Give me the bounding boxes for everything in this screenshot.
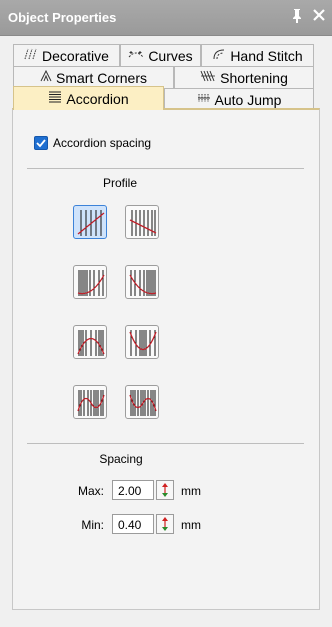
- profile-linear-up[interactable]: [73, 205, 107, 239]
- window-title: Object Properties: [8, 10, 117, 25]
- tab-label: Auto Jump: [214, 91, 282, 108]
- max-unit: mm: [181, 484, 201, 498]
- tab-hand-stitch[interactable]: Hand Stitch: [201, 44, 314, 66]
- auto-jump-icon: [197, 92, 211, 107]
- tab-label: Shortening: [220, 69, 288, 86]
- profile-title: Profile: [102, 176, 137, 190]
- profile-wave-1[interactable]: [73, 385, 107, 419]
- decorative-icon: [24, 48, 38, 63]
- max-spinner[interactable]: [156, 480, 174, 500]
- profile-curve-up[interactable]: [73, 265, 107, 299]
- min-label: Min:: [81, 518, 104, 532]
- accordion-spacing-label: Accordion spacing: [53, 136, 152, 150]
- tab-label: Curves: [148, 47, 193, 64]
- tab-curves[interactable]: Curves: [120, 44, 201, 66]
- spin-arrows-icon: [162, 483, 168, 497]
- tab-label: Decorative: [42, 47, 109, 64]
- tab-label: Hand Stitch: [230, 47, 303, 64]
- tab-label: Smart Corners: [55, 69, 148, 86]
- title-bar: Object Properties: [0, 0, 332, 36]
- profile-wave-2[interactable]: [125, 385, 159, 419]
- spacing-title: Spacing: [99, 452, 143, 466]
- tab-accordion[interactable]: Accordion: [13, 86, 164, 110]
- accordion-icon: [48, 91, 62, 106]
- accordion-spacing-checkbox[interactable]: [34, 136, 48, 150]
- pin-icon[interactable]: [291, 8, 303, 24]
- max-label: Max:: [77, 484, 104, 498]
- divider: [27, 168, 304, 169]
- hand-stitch-icon: [212, 48, 226, 63]
- profile-arch-dip[interactable]: [125, 325, 159, 359]
- smart-corners-icon: [40, 69, 52, 85]
- shortening-icon: [200, 70, 216, 85]
- curves-icon: [128, 48, 144, 63]
- profile-linear-down[interactable]: [125, 205, 159, 239]
- profile-arch-peak[interactable]: [73, 325, 107, 359]
- tab-smart-corners[interactable]: Smart Corners: [13, 66, 174, 88]
- spin-arrows-icon: [162, 517, 168, 531]
- min-spacing-input[interactable]: [112, 514, 154, 534]
- close-icon[interactable]: [312, 6, 326, 24]
- min-spinner[interactable]: [156, 514, 174, 534]
- tab-auto-jump[interactable]: Auto Jump: [164, 88, 314, 110]
- profile-curve-down[interactable]: [125, 265, 159, 299]
- min-unit: mm: [181, 518, 201, 532]
- divider: [27, 443, 304, 444]
- tab-decorative[interactable]: Decorative: [13, 44, 120, 66]
- max-spacing-input[interactable]: [112, 480, 154, 500]
- tab-label: Accordion: [66, 90, 129, 107]
- tab-shortening[interactable]: Shortening: [174, 66, 314, 88]
